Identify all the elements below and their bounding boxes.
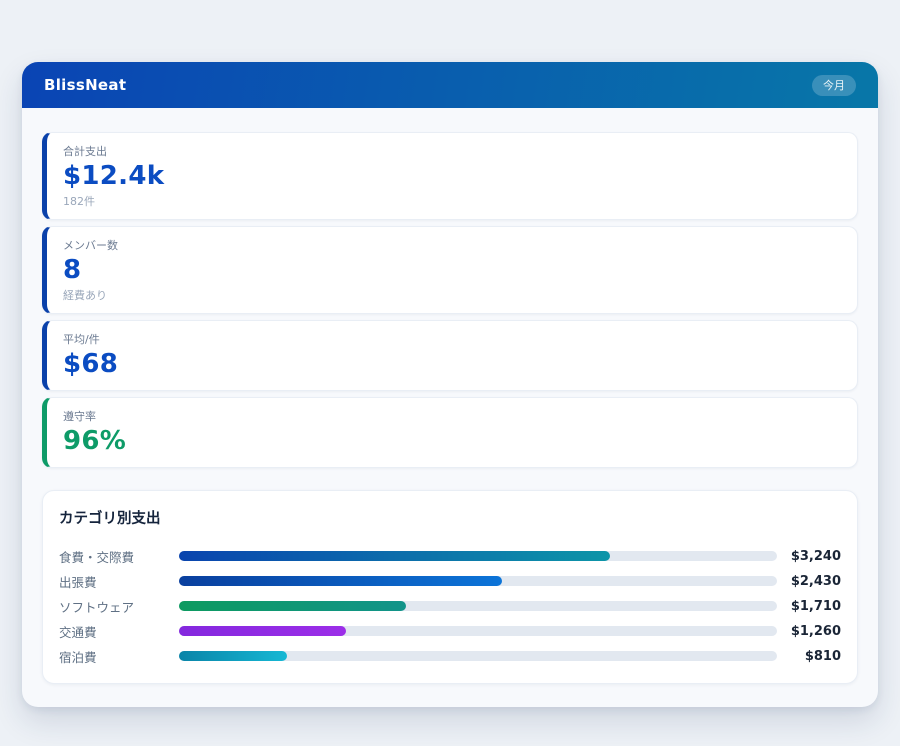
category-row: 食費・交際費 $3,240	[59, 544, 841, 569]
category-label: 食費・交際費	[59, 547, 179, 566]
category-bar-track	[179, 551, 777, 561]
stat-value: $68	[63, 350, 841, 379]
stat-value: 8	[63, 256, 841, 285]
category-breakdown-title: カテゴリ別支出	[59, 507, 841, 528]
category-label: ソフトウェア	[59, 597, 179, 616]
stat-label: メンバー数	[63, 239, 841, 252]
stat-card-2: メンバー数 8 経費あり	[42, 226, 858, 314]
dashboard-content: 合計支出 $12.4k 182件メンバー数 8 経費あり平均/件 $68 遵守率 96% カテ…	[22, 108, 878, 707]
stat-card-1: 合計支出 $12.4k 182件	[42, 132, 858, 220]
category-value: $1,260	[777, 624, 841, 639]
stat-sub: 経費あり	[63, 289, 841, 302]
stat-card-3: 平均/件 $68	[42, 320, 858, 391]
app-title: BlissNeat	[44, 76, 126, 94]
category-row: 宿泊費 $810	[59, 644, 841, 669]
category-row: 交通費 $1,260	[59, 619, 841, 644]
stat-label: 合計支出	[63, 145, 841, 158]
category-value: $2,430	[777, 574, 841, 589]
category-bar-track	[179, 651, 777, 661]
category-bar-fill	[179, 651, 287, 661]
category-breakdown-card: カテゴリ別支出 食費・交際費 $3,240 出張費 $2,430 ソフトウェア $1,71…	[42, 490, 858, 684]
stat-label: 平均/件	[63, 333, 841, 346]
category-row: 出張費 $2,430	[59, 569, 841, 594]
category-row: ソフトウェア $1,710	[59, 594, 841, 619]
stat-sub: 182件	[63, 195, 841, 208]
category-label: 出張費	[59, 572, 179, 591]
category-bar-track	[179, 601, 777, 611]
stat-value: 96%	[63, 427, 841, 456]
category-value: $810	[777, 649, 841, 664]
period-badge[interactable]: 今月	[812, 75, 856, 96]
stat-value: $12.4k	[63, 162, 841, 191]
category-bar-fill	[179, 551, 610, 561]
category-label: 宿泊費	[59, 647, 179, 666]
stat-label: 遵守率	[63, 410, 841, 423]
category-bar-fill	[179, 626, 346, 636]
category-value: $1,710	[777, 599, 841, 614]
stat-card-list: 合計支出 $12.4k 182件メンバー数 8 経費あり平均/件 $68 遵守率 96%	[42, 132, 858, 468]
category-bar-fill	[179, 601, 406, 611]
dashboard-panel: BlissNeat 今月 合計支出 $12.4k 182件メンバー数 8 経費あり平均/…	[22, 62, 878, 707]
app-header: BlissNeat 今月	[22, 62, 878, 108]
category-bar-track	[179, 576, 777, 586]
category-label: 交通費	[59, 622, 179, 641]
stat-card-4: 遵守率 96%	[42, 397, 858, 468]
category-bar-track	[179, 626, 777, 636]
category-bar-fill	[179, 576, 502, 586]
category-bar-list: 食費・交際費 $3,240 出張費 $2,430 ソフトウェア $1,710 交通費 $1,2…	[59, 544, 841, 669]
category-value: $3,240	[777, 549, 841, 564]
